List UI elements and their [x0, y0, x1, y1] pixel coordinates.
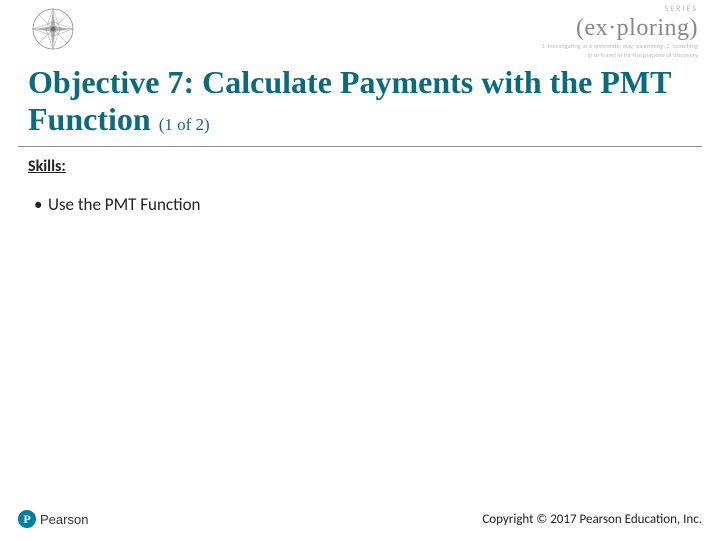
series-label: SERIES	[541, 4, 698, 14]
exploring-tagline-2: in or travel in for the purpose of disco…	[541, 52, 698, 60]
slide-body: Skills: Use the PMT Function	[0, 147, 720, 215]
pearson-text: Pearson	[40, 512, 88, 527]
title-block: Objective 7: Calculate Payments with the…	[0, 64, 720, 138]
skills-list: Use the PMT Function	[28, 194, 692, 215]
slide-footer: P Pearson Copyright © 2017 Pearson Educa…	[0, 504, 720, 534]
compass-icon	[30, 6, 76, 52]
list-item: Use the PMT Function	[34, 194, 692, 215]
title-part: (1 of 2)	[159, 115, 210, 134]
exploring-tagline-1: 1. investigating in a systematic way; ex…	[541, 43, 698, 51]
exploring-logo: SERIES (ex·ploring) 1. investigating in …	[541, 4, 698, 60]
exploring-wordmark: (ex·ploring)	[541, 15, 698, 42]
title-main: Objective 7: Calculate Payments with the…	[28, 64, 671, 137]
pearson-p-icon: P	[18, 510, 36, 528]
slide-title: Objective 7: Calculate Payments with the…	[28, 64, 692, 138]
skills-label: Skills:	[28, 157, 692, 176]
slide-header: SERIES (ex·ploring) 1. investigating in …	[0, 0, 720, 60]
copyright-text: Copyright © 2017 Pearson Education, Inc.	[482, 512, 702, 527]
pearson-logo: P Pearson	[18, 510, 88, 528]
